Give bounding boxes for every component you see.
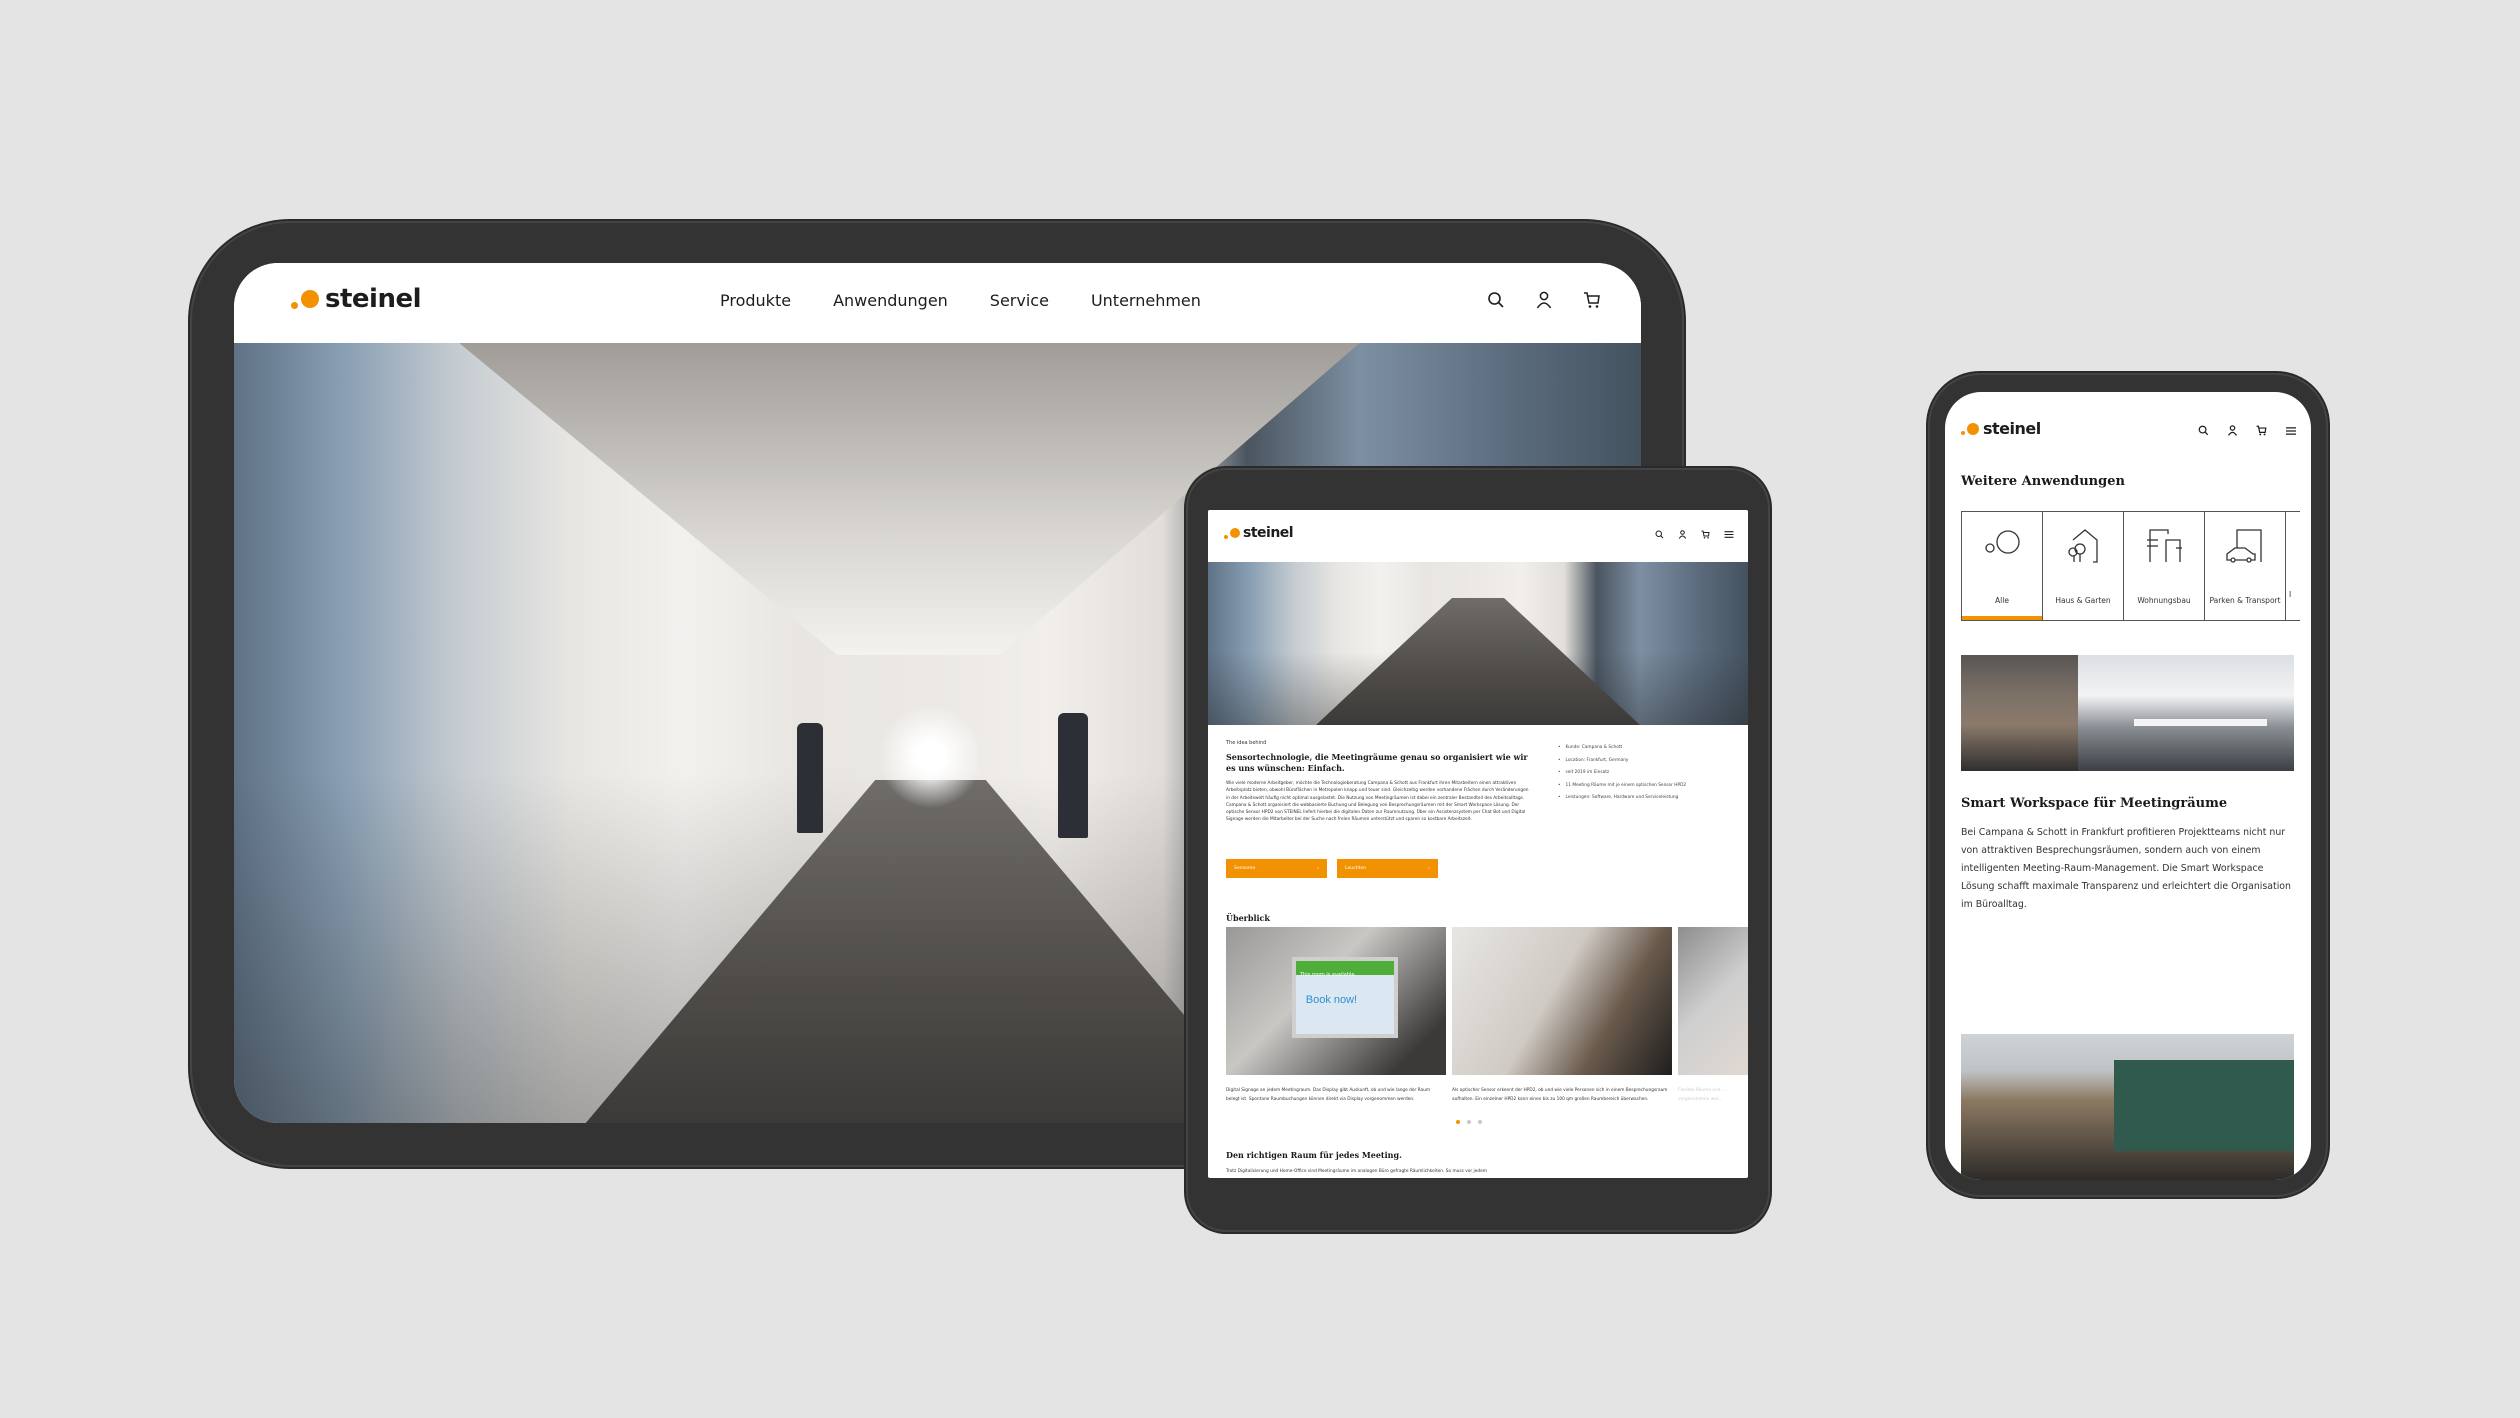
logo-dot-small [1961,431,1965,435]
section2-body: Trotz Digitalisierung und Home-Office si… [1226,1169,1487,1174]
fact-item: seit 2019 im Einsatz [1558,770,1686,775]
steinel-logo[interactable]: steinel [291,284,422,314]
intro-title: Sensortechnologie, die Meetingräume gena… [1226,752,1528,773]
section-title: Weitere Anwendungen [1961,474,2125,489]
search-icon[interactable] [1487,291,1505,309]
logo-dot-large [1230,528,1240,538]
menu-icon[interactable] [2285,426,2297,436]
category-label: Parken & Transport [2209,596,2281,605]
fact-item: Location: Frankfurt, Germany [1558,758,1686,763]
overview-card-image[interactable] [1452,927,1672,1075]
steinel-logo[interactable]: steinel [1961,419,2041,438]
carousel-dot[interactable] [1467,1120,1471,1124]
category-label: Wohnungsbau [2137,596,2191,605]
nav-item-unternehmen[interactable]: Unternehmen [1091,291,1201,310]
chevron-right-icon: › [1317,866,1319,871]
category-label: Alle [1995,596,2009,605]
site-header: steinel Produkte Anwendungen Service Unt… [234,263,1641,343]
hero-floor [1316,597,1640,725]
intro-section: The idea behind Sensortechnologie, die M… [1226,740,1531,824]
logo-dot-small [1224,534,1228,539]
chalkboard [2114,1060,2294,1151]
search-icon[interactable] [2198,425,2209,436]
circles-icon [1982,528,2022,562]
phone-screen: steinel Weitere Anwendungen Alle Haus & … [1945,392,2311,1180]
main-nav: Produkte Anwendungen Service Unternehmen [720,291,1201,310]
carousel-dots [1456,1120,1482,1124]
logo-wordmark: steinel [325,284,422,314]
glass-meeting-box [1961,655,2078,771]
user-icon[interactable] [1535,291,1553,309]
header-icons [1487,291,1601,309]
category-label: I [2289,590,2292,599]
card-caption: Flexible Räume und ... vorgenommen wer..… [1678,1088,1726,1102]
sensoren-button[interactable]: Sensoren › [1226,859,1327,878]
category-tab-parken-transport[interactable]: Parken & Transport [2205,512,2286,620]
category-tab-haus-garten[interactable]: Haus & Garten [2043,512,2124,620]
intro-body: Wie viele moderne Arbeitgeber, möchte di… [1226,781,1529,823]
category-label: Haus & Garten [2055,596,2111,605]
workspace-image[interactable] [1961,655,2294,771]
hero-person-reflection [797,723,823,833]
buildings-icon [2146,528,2182,568]
facts-list: Kunde: Campana & Schott Location: Frankf… [1558,745,1687,808]
eyebrow: The idea behind [1226,740,1267,746]
overview-card-image[interactable]: This room is available. Book now! [1226,927,1446,1075]
category-tab-partial[interactable]: I [2286,512,2300,620]
user-icon[interactable] [1678,530,1687,539]
cart-icon[interactable] [1701,530,1710,539]
carousel-dot[interactable] [1478,1120,1482,1124]
nav-item-service[interactable]: Service [990,291,1049,310]
card-title: Smart Workspace für Meetingräume [1961,796,2228,811]
header-icons [1655,530,1734,539]
logo-dot-small [291,301,298,309]
desk [2134,718,2268,726]
display-cta: Book now! [1305,993,1358,1006]
search-icon[interactable] [1655,530,1664,539]
leuchten-button[interactable]: Leuchten › [1337,859,1438,878]
logo-wordmark: steinel [1243,525,1294,541]
hero-person [1058,713,1088,838]
button-label: Leuchten [1345,866,1367,871]
classroom-image[interactable] [1961,1034,2294,1180]
button-label: Sensoren [1234,866,1256,871]
phone-device: steinel Weitere Anwendungen Alle Haus & … [1928,373,2328,1197]
fact-item: Leistungen: Software, Hardware und Servi… [1558,795,1686,800]
nav-item-produkte[interactable]: Produkte [720,291,791,310]
logo-dot-large [301,290,319,308]
category-tab-alle[interactable]: Alle [1962,512,2043,620]
menu-icon[interactable] [1724,530,1734,539]
overview-card-image[interactable] [1678,927,1748,1075]
fact-item: Kunde: Campana & Schott [1558,745,1686,750]
car-garage-icon [2225,528,2265,568]
nav-item-anwendungen[interactable]: Anwendungen [833,291,948,310]
section2-title: Den richtigen Raum für jedes Meeting. [1226,1150,1402,1160]
carousel-dot-active[interactable] [1456,1120,1460,1124]
site-header-small: steinel [1208,510,1748,562]
category-tabs: Alle Haus & Garten Wohnungsbau Parken & … [1961,511,2300,621]
hero-floor [585,779,1276,1123]
room-display: This room is available. Book now! [1292,956,1398,1038]
chevron-right-icon: › [1428,866,1430,871]
overview-title: Überblick [1226,913,1270,923]
user-icon[interactable] [2227,425,2238,436]
logo-dot-large [1967,422,1979,435]
card-body: Bei Campana & Schott in Frankfurt profit… [1961,827,2291,910]
tablet-small-device: steinel The idea behind Sensortechnologi… [1186,468,1770,1232]
display-status-bar: This room is available. [1296,960,1394,978]
card-caption: Digital Signage an jedem Meetingraum. Da… [1226,1088,1431,1102]
steinel-logo[interactable]: steinel [1224,525,1294,541]
hero-image [1208,562,1748,725]
cart-icon[interactable] [2256,425,2267,436]
logo-wordmark: steinel [1983,419,2041,438]
header-icons [2198,425,2297,436]
house-tree-icon [2065,528,2101,568]
tablet-small-screen: steinel The idea behind Sensortechnologi… [1208,510,1748,1178]
cart-icon[interactable] [1583,291,1601,309]
fact-item: 11 Meeting Räume mit je einem optischen … [1558,783,1687,788]
category-tab-wohnungsbau[interactable]: Wohnungsbau [2124,512,2205,620]
card-caption: Als optischer Sensor erkennt der HPD2, o… [1452,1088,1668,1102]
display-status: This room is available. [1300,971,1357,978]
hero-light [881,701,980,811]
